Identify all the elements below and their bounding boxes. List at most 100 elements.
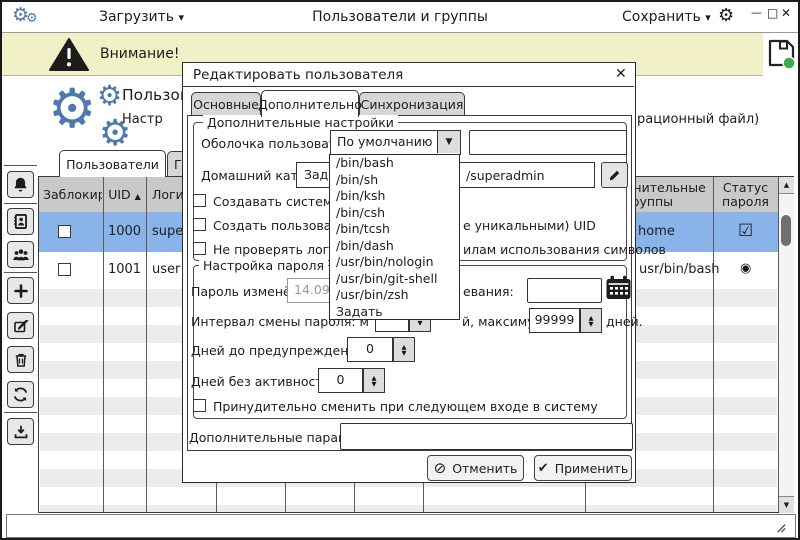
users-group-icon — [12, 246, 30, 264]
cell-extra-groups: home — [638, 224, 675, 239]
skip-login-check-label-tail: илам использования символов — [463, 242, 666, 257]
edit-pencil-icon — [13, 318, 29, 334]
calendar-icon[interactable] — [605, 275, 632, 301]
add-user-button[interactable] — [7, 277, 34, 304]
save-indicator-area — [763, 33, 798, 75]
shell-option[interactable]: /bin/tcsh — [330, 221, 459, 238]
shell-option[interactable]: /bin/dash — [330, 238, 459, 255]
shell-combobox[interactable]: По умолчанию ▼ — [330, 130, 461, 155]
dialog-title: Редактировать пользователя — [193, 67, 403, 83]
dialog-tab-advanced[interactable]: Дополнительно — [261, 90, 359, 117]
extra-params-input[interactable] — [340, 423, 633, 450]
close-button[interactable]: ✕ — [781, 6, 791, 20]
import-button[interactable] — [7, 418, 34, 445]
spin-down-icon: ▼ — [402, 350, 407, 356]
row-blocked-checkbox[interactable] — [58, 263, 71, 276]
page-subtitle-right: рационный файл) — [637, 112, 759, 127]
shell-custom-input[interactable] — [469, 130, 627, 155]
combo-arrow-icon[interactable]: ▼ — [437, 131, 460, 153]
tab-users[interactable]: Пользователи — [59, 150, 166, 177]
shell-option[interactable]: /bin/bash — [330, 155, 459, 172]
spin-down-icon: ▼ — [589, 321, 594, 327]
address-book-icon — [12, 213, 29, 230]
table-empty-row — [40, 487, 777, 505]
user-groups-button[interactable] — [7, 241, 34, 268]
cancel-button[interactable]: ⊘Отменить — [427, 455, 524, 481]
warning-text: Внимание! — [100, 46, 179, 62]
column-header-uid[interactable]: UID ▲ — [103, 187, 146, 202]
expiry-date-label-tail: евания: — [463, 284, 514, 299]
bell-icon — [12, 176, 29, 193]
resize-grip-icon[interactable] — [772, 519, 787, 534]
row-blocked-checkbox[interactable] — [58, 225, 71, 238]
sort-ascending-icon: ▲ — [135, 192, 141, 201]
refresh-icon — [12, 386, 29, 403]
delete-user-button[interactable] — [7, 346, 34, 373]
toolbar-separator — [4, 272, 37, 273]
create-system-user-checkbox[interactable] — [193, 194, 206, 207]
minimize-button[interactable]: — — [751, 6, 762, 19]
maximize-button[interactable]: □ — [767, 6, 778, 20]
column-divider — [713, 177, 714, 512]
inactive-days-input[interactable]: 0 — [318, 368, 363, 393]
trash-icon — [13, 352, 29, 368]
column-divider — [146, 177, 147, 512]
address-book-button[interactable] — [7, 208, 34, 235]
dialog-tab-general[interactable]: Основные — [191, 92, 261, 116]
refresh-button[interactable] — [7, 381, 34, 408]
save-menu-button[interactable]: Сохранить ▾ — [622, 9, 711, 25]
shell-option[interactable]: /usr/bin/zsh — [330, 287, 459, 304]
shell-option[interactable]: /usr/bin/git-shell — [330, 271, 459, 288]
table-scrollbar[interactable]: ▲ ▼ — [778, 177, 794, 512]
warn-days-spinner[interactable]: ▲▼ — [393, 337, 415, 362]
unsaved-changes-dot — [783, 57, 795, 69]
password-settings-legend: Настройка пароля — [199, 258, 328, 273]
application-window: ⚙ ⚙ Загрузить ▾ Пользователи и группы Со… — [0, 0, 800, 540]
column-header-password-status[interactable]: Статуспароля — [713, 180, 778, 210]
status-bar — [6, 514, 796, 538]
force-change-label: Принудительно сменить при следующем вход… — [213, 399, 598, 414]
column-header-blocked[interactable]: Заблокирован — [43, 187, 102, 202]
interval-max-spinner[interactable]: ▲▼ — [580, 308, 602, 333]
extra-settings-legend: Дополнительные настройки — [203, 115, 398, 130]
settings-gear-icon[interactable]: ⚙ — [718, 5, 734, 26]
dialog-close-icon[interactable]: ✕ — [615, 66, 627, 82]
chevron-down-icon: ▾ — [705, 11, 711, 24]
table-empty-row — [40, 505, 777, 512]
page-logo-gear-icon: ⚙ — [48, 82, 96, 136]
floppy-save-icon[interactable] — [767, 38, 797, 70]
scroll-up-button[interactable]: ▲ — [779, 177, 794, 194]
shell-option[interactable]: /bin/csh — [330, 205, 459, 222]
titlebar: ⚙ ⚙ Загрузить ▾ Пользователи и группы Со… — [2, 2, 798, 33]
warn-days-label: Дней до предупреждения: — [191, 343, 368, 358]
shell-option[interactable]: /usr/bin/nologin — [330, 254, 459, 271]
non-unique-uid-label-tail: е уникальными) UID — [463, 218, 596, 233]
notifications-button[interactable] — [7, 171, 34, 198]
edit-user-button[interactable] — [7, 312, 34, 339]
spin-down-icon: ▼ — [418, 320, 423, 326]
scroll-down-button[interactable]: ▼ — [779, 496, 794, 513]
warning-triangle-icon — [48, 38, 90, 72]
page-subtitle-left: Настр — [122, 112, 163, 127]
dialog-tab-sync[interactable]: Синхронизация — [359, 92, 465, 116]
shell-option[interactable]: Задать — [330, 304, 459, 321]
spin-down-icon: ▼ — [372, 381, 377, 387]
interval-max-input[interactable]: 99999 — [529, 308, 580, 333]
edit-home-path-button[interactable] — [601, 162, 628, 188]
force-change-checkbox[interactable] — [193, 399, 206, 412]
cell-uid: 1000 — [103, 224, 146, 239]
shell-dropdown: /bin/bash/bin/sh/bin/ksh/bin/csh/bin/tcs… — [329, 154, 460, 320]
shell-option[interactable]: /bin/ksh — [330, 188, 459, 205]
expiry-date-input[interactable] — [527, 278, 602, 303]
inactive-days-spinner[interactable]: ▲▼ — [363, 368, 385, 393]
skip-login-check-checkbox[interactable] — [193, 242, 206, 255]
password-status-checked-icon: ☑ — [738, 221, 753, 241]
warn-days-input[interactable]: 0 — [347, 337, 393, 362]
cell-extra-groups: usr/bin/bash — [639, 262, 719, 277]
scrollbar-thumb[interactable] — [781, 215, 791, 246]
apply-button[interactable]: ✔Применить — [534, 455, 632, 481]
non-unique-uid-checkbox[interactable] — [193, 218, 206, 231]
cell-login: user — [152, 262, 180, 277]
dialog-titlebar: Редактировать пользователя ✕ — [183, 63, 634, 87]
shell-option[interactable]: /bin/sh — [330, 172, 459, 189]
